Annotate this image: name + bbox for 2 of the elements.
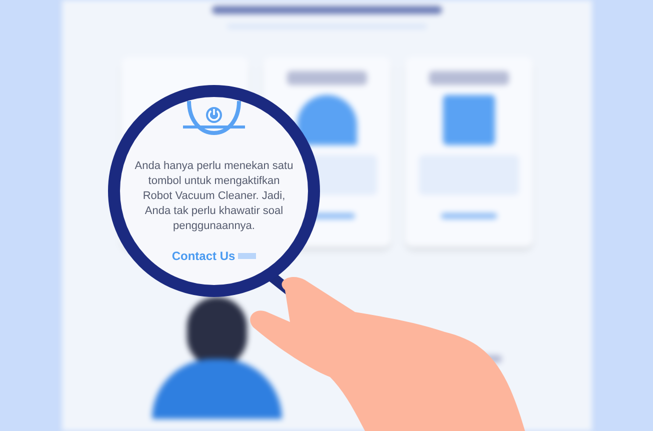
contact-us-link[interactable]: Contact Us <box>172 247 236 265</box>
lens-text: Anda hanya perlu menekan satu tombol untuk mengaktifkan Robot Vacuum Cleaner. Jadi, Anda tak perlu khawatir soal penggunaannya. <box>134 159 294 234</box>
